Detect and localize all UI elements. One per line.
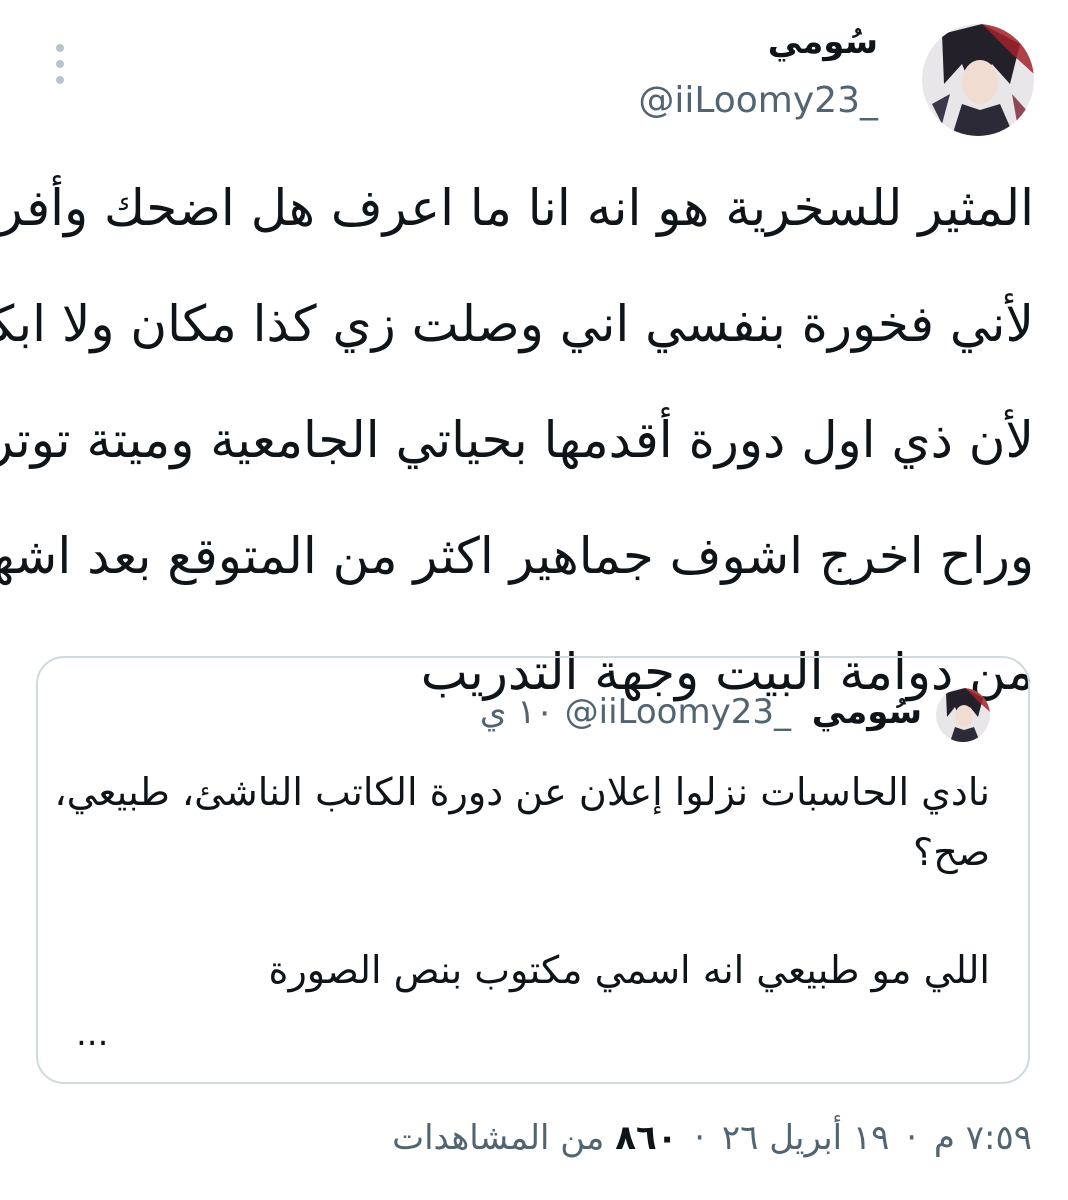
meta-separator: · (906, 1118, 918, 1158)
quoted-tweet-text-line: اللي مو طبيعي انه اسمي مكتوب بنص الصورة (268, 948, 990, 992)
quoted-tweet-text-line: نادي الحاسبات نزلوا إعلان عن دورة الكاتب… (54, 770, 990, 814)
quoted-author-avatar (936, 688, 990, 742)
quoted-author-display-name: سُومي (811, 692, 922, 732)
tweet: سُومي @iiLoomy23_ المثير للسخرية هو انه … (0, 0, 1068, 1200)
views-count[interactable]: ٨٦٠ (615, 1118, 677, 1158)
quoted-tweet-ellipsis: ... (76, 1014, 109, 1054)
quoted-tweet-card[interactable]: سُومي @iiLoomy23_ ١٠ ي نادي الحاسبات نزل… (36, 656, 1030, 1084)
views-label: من المشاهدات (392, 1118, 605, 1158)
quoted-tweet-time: ١٠ ي (479, 692, 554, 732)
tweet-time[interactable]: ٧:٥٩ م (934, 1118, 1032, 1158)
quoted-tweet-text-line: صح؟ (913, 830, 990, 874)
tweet-meta: ٧:٥٩ م · ١٩ أبريل ٢٦ · ٨٦٠ من المشاهدات (392, 1118, 1032, 1158)
quoted-author-handle: @iiLoomy23_ (564, 692, 791, 732)
author-handle[interactable]: @iiLoomy23_ (638, 80, 878, 121)
quoted-tweet-header: سُومي @iiLoomy23_ ١٠ ي (480, 692, 922, 732)
author-avatar[interactable] (922, 24, 1034, 136)
tweet-text-line: وراح اخرج اشوف جماهير اكثر من المتوقع بع… (0, 527, 1034, 585)
meta-separator: · (694, 1118, 706, 1158)
tweet-text-line: المثير للسخرية هو انه انا ما اعرف هل اضح… (0, 179, 1034, 237)
tweet-text-line: لأن ذي اول دورة أقدمها بحياتي الجامعية و… (0, 411, 1034, 469)
tweet-text: المثير للسخرية هو انه انا ما اعرف هل اضح… (0, 150, 1034, 730)
author-display-name[interactable]: سُومي (768, 22, 878, 62)
more-options-icon[interactable] (50, 42, 70, 86)
tweet-date[interactable]: ١٩ أبريل ٢٦ (722, 1118, 890, 1158)
tweet-text-line: لأني فخورة بنفسي اني وصلت زي كذا مكان ول… (0, 295, 1034, 353)
